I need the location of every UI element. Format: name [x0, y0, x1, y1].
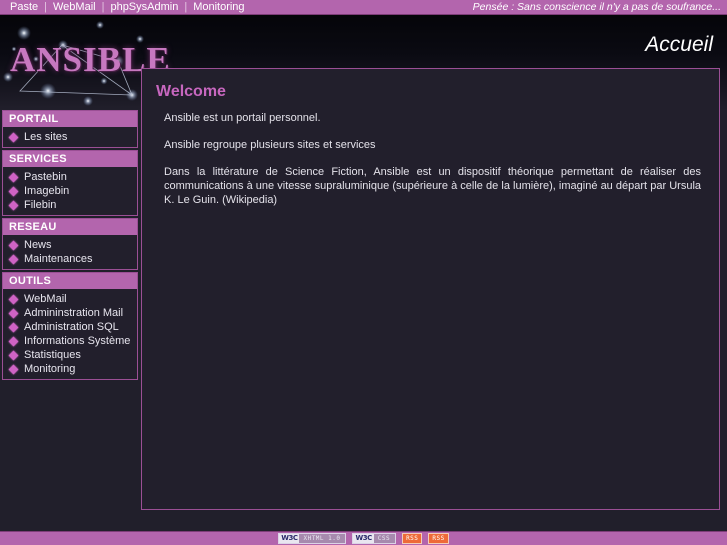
diamond-bullet-icon: [8, 308, 19, 318]
top-nav-link-paste[interactable]: Paste: [6, 0, 42, 14]
sidebar-item-label[interactable]: Pastebin: [24, 171, 67, 184]
diamond-bullet-icon: [8, 336, 19, 346]
w3c-badge-label: CSS: [377, 535, 391, 542]
diamond-bullet-icon: [8, 172, 19, 182]
quote-of-the-day: Pensée : Sans conscience il n'y a pas de…: [472, 1, 721, 13]
sidebar-item-imagebin[interactable]: Imagebin: [3, 184, 137, 198]
diamond-bullet-icon: [8, 350, 19, 360]
sidebar-item-les-sites[interactable]: Les sites: [3, 130, 137, 144]
top-nav-separator: |: [101, 1, 105, 13]
diamond-bullet-icon: [8, 254, 19, 264]
sidebar-item-administration-sql[interactable]: Administration SQL: [3, 320, 137, 334]
diamond-bullet-icon: [8, 186, 19, 196]
sidebar-item-label[interactable]: Statistiques: [24, 349, 81, 362]
sidebar-block-reseau: RESEAU News Maintenances: [2, 218, 138, 270]
site-logo[interactable]: ANSIBLE: [10, 40, 171, 81]
content-paragraph: Dans la littérature de Science Fiction, …: [164, 166, 701, 206]
sidebar-item-label[interactable]: Administration SQL: [24, 321, 119, 334]
sidebar-item-maintenances[interactable]: Maintenances: [3, 252, 137, 266]
rss-feed-badge[interactable]: RSS: [428, 533, 449, 544]
w3c-logo-icon: W3C: [353, 534, 374, 543]
sidebar-item-pastebin[interactable]: Pastebin: [3, 170, 137, 184]
top-nav-link-monitoring[interactable]: Monitoring: [189, 0, 248, 14]
sidebar-item-label[interactable]: Admininstration Mail: [24, 307, 123, 320]
w3c-badge-label: XHTML 1.0: [303, 535, 341, 542]
sidebar-item-webmail[interactable]: WebMail: [3, 292, 137, 306]
sidebar-item-label[interactable]: Monitoring: [24, 363, 75, 376]
top-nav-link-webmail[interactable]: WebMail: [49, 0, 100, 14]
content-paragraph: Ansible est un portail personnel.: [164, 112, 321, 124]
diamond-bullet-icon: [8, 364, 19, 374]
page-footer: W3C XHTML 1.0 W3C CSS RSS RSS: [0, 531, 727, 545]
sidebar-item-label[interactable]: News: [24, 239, 52, 252]
sidebar-block-title: OUTILS: [3, 273, 137, 289]
sidebar-block-list: News Maintenances: [3, 235, 137, 269]
diamond-bullet-icon: [8, 322, 19, 332]
rss-feed-badge[interactable]: RSS: [402, 533, 423, 544]
diamond-bullet-icon: [8, 132, 19, 142]
sidebar-item-label[interactable]: Maintenances: [24, 253, 93, 266]
sidebar-navigation: PORTAIL Les sites SERVICES Pastebin Imagebin…: [2, 110, 138, 382]
top-nav-separator: |: [44, 1, 47, 13]
top-nav-link-phpsysadmin[interactable]: phpSysAdmin: [106, 0, 182, 14]
sidebar-block-list: Les sites: [3, 127, 137, 147]
sidebar-item-admininstration-mail[interactable]: Admininstration Mail: [3, 306, 137, 320]
sidebar-block-list: Pastebin Imagebin Filebin: [3, 167, 137, 215]
sidebar-item-label[interactable]: WebMail: [24, 293, 67, 306]
page-title: Accueil: [645, 33, 713, 56]
w3c-validation-badge[interactable]: W3C CSS: [352, 533, 397, 544]
sidebar-block-outils: OUTILS WebMail Admininstration Mail Adminis…: [2, 272, 138, 380]
sidebar-block-services: SERVICES Pastebin Imagebin Filebin: [2, 150, 138, 216]
sidebar-item-filebin[interactable]: Filebin: [3, 198, 137, 212]
content-paragraph: Ansible regroupe plusieurs sites et serv…: [164, 139, 376, 151]
sidebar-item-informations-syst-me[interactable]: Informations Système: [3, 334, 137, 348]
sidebar-item-label[interactable]: Les sites: [24, 131, 67, 144]
sidebar-item-monitoring[interactable]: Monitoring: [3, 362, 137, 376]
sidebar-item-news[interactable]: News: [3, 238, 137, 252]
diamond-bullet-icon: [8, 294, 19, 304]
sidebar-block-title: SERVICES: [3, 151, 137, 167]
top-nav-separator: |: [184, 1, 188, 13]
top-nav-links: Paste | WebMail | phpSysAdmin | Monitoring: [0, 0, 249, 14]
sidebar-block-list: WebMail Admininstration Mail Administratio…: [3, 289, 137, 379]
top-navigation-bar: Paste | WebMail | phpSysAdmin | Monitoring Pen…: [0, 0, 727, 15]
main-content-panel: Welcome Ansible est un portail personnel…: [141, 68, 720, 510]
w3c-validation-badge[interactable]: W3C XHTML 1.0: [278, 533, 347, 544]
sidebar-block-title: PORTAIL: [3, 111, 137, 127]
diamond-bullet-icon: [8, 240, 19, 250]
diamond-bullet-icon: [8, 200, 19, 210]
site-logo-text: ANSIBLE: [10, 40, 171, 79]
sidebar-block-title: RESEAU: [3, 219, 137, 235]
content-heading: Welcome: [156, 83, 226, 100]
sidebar-item-label[interactable]: Imagebin: [24, 185, 69, 198]
sidebar-item-statistiques[interactable]: Statistiques: [3, 348, 137, 362]
sidebar-block-portail: PORTAIL Les sites: [2, 110, 138, 148]
content-body: Ansible est un portail personnel. Ansible…: [154, 111, 707, 207]
w3c-logo-icon: W3C: [279, 534, 300, 543]
sidebar-item-label[interactable]: Filebin: [24, 199, 56, 212]
sidebar-item-label[interactable]: Informations Système: [24, 335, 130, 348]
